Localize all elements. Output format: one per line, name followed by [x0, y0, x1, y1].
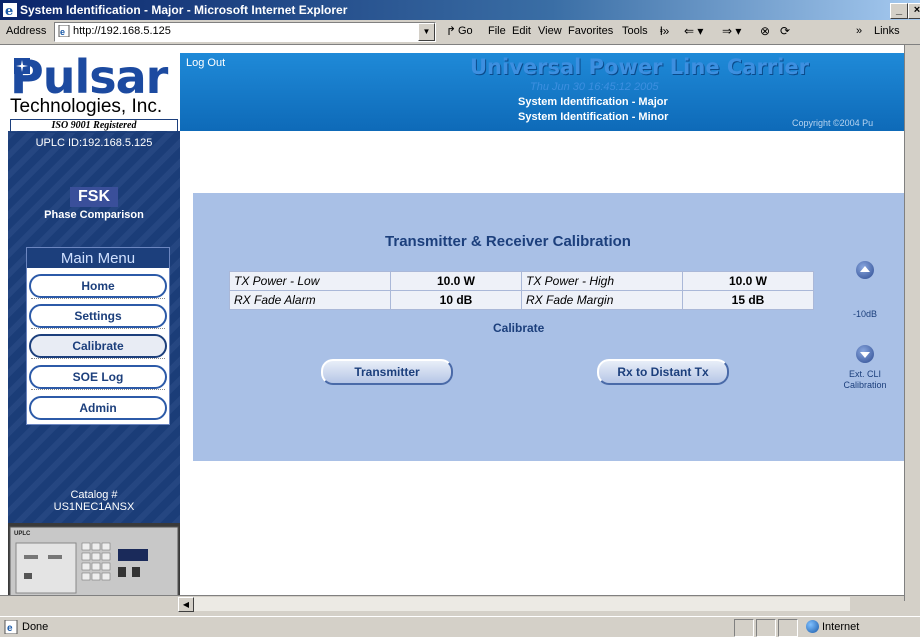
address-url: http://192.168.5.125	[73, 25, 171, 37]
menu-home-button[interactable]: Home	[29, 274, 167, 298]
internet-globe-icon	[806, 620, 819, 633]
status-cell	[756, 619, 776, 637]
menu-tools[interactable]: Tools	[622, 25, 648, 37]
calibrate-label: Calibrate	[493, 321, 545, 335]
logo-word: Pulsar	[10, 50, 168, 104]
scroll-left-icon[interactable]: ◀	[178, 597, 194, 612]
rx-fade-alarm-value: 10 dB	[390, 290, 522, 310]
tx-power-high-value: 10.0 W	[682, 271, 814, 291]
menu-divider	[31, 298, 165, 299]
tx-power-high-label: TX Power - High	[521, 271, 683, 291]
menu-settings-button[interactable]: Settings	[29, 304, 167, 328]
address-input[interactable]: e http://192.168.5.125 ▼	[54, 22, 436, 42]
logo-star-icon	[14, 58, 30, 74]
tx-power-low-value: 10.0 W	[390, 271, 522, 291]
status-cell	[734, 619, 754, 637]
uplc-id: UPLC ID:192.168.5.125	[35, 137, 153, 149]
table-row: TX Power - Low 10.0 W TX Power - High 10…	[229, 271, 814, 291]
menu-soe-log-button[interactable]: SOE Log	[29, 365, 167, 389]
ext-cli-calibration-sublabel: Calibration	[843, 380, 887, 390]
menu-view[interactable]: View	[538, 25, 562, 37]
ext-cli-label: Ext. CLI	[848, 369, 881, 379]
go-arrow-icon[interactable]: ↱	[446, 24, 456, 38]
stop-icon[interactable]: ⊗	[760, 24, 770, 38]
transmitter-button[interactable]: Transmitter	[321, 359, 453, 385]
phase-comparison-label: Phase Comparison	[44, 209, 144, 221]
menu-favorites[interactable]: Favorites	[568, 25, 613, 37]
address-dropdown-icon[interactable]: ▼	[418, 23, 435, 41]
scroll-track[interactable]	[194, 597, 850, 611]
nav-system-identification-major[interactable]: System Identification - Major	[518, 96, 668, 108]
page-title: Universal Power Line Carrier	[470, 55, 809, 79]
device-label: UPLC	[14, 531, 31, 537]
page-status-icon: e	[4, 620, 18, 634]
calibration-title: Transmitter & Receiver Calibration	[385, 233, 631, 250]
fsk-label: FSK	[70, 187, 118, 207]
svg-text:e: e	[7, 623, 13, 634]
arrow-down-icon	[860, 352, 870, 358]
close-button[interactable]: ×	[908, 3, 920, 19]
rx-fade-margin-value: 15 dB	[682, 290, 814, 310]
address-toolbar: Address e http://192.168.5.125 ▼ ↱ Go Fi…	[0, 20, 920, 45]
menu-divider	[31, 389, 165, 390]
links-more-icon[interactable]: »	[856, 25, 862, 37]
logout-link[interactable]: Log Out	[186, 57, 225, 69]
calibration-table: TX Power - Low 10.0 W TX Power - High 10…	[229, 271, 814, 310]
browser-page: Pulsar Technologies, Inc. ISO 9001 Regis…	[0, 45, 920, 601]
svg-text:e: e	[5, 4, 13, 17]
ext-cli-calibration-label: Ext. CLI Calibration	[833, 369, 897, 391]
datetime: Thu Jun 30 16:45:12 2005	[530, 81, 659, 93]
security-zone: Internet	[822, 621, 860, 633]
menu-calibrate-button[interactable]: Calibrate	[29, 334, 167, 358]
sidebar: Pulsar Technologies, Inc. ISO 9001 Regis…	[8, 53, 180, 601]
horizontal-scrollbar[interactable]: ◀	[0, 595, 904, 612]
page-header: Log Out Universal Power Line Carrier Thu…	[180, 53, 920, 131]
rx-fade-margin-label: RX Fade Margin	[521, 290, 683, 310]
refresh-icon[interactable]: ⟳	[780, 24, 790, 38]
status-bar: e Done Internet	[0, 616, 920, 637]
uplc-device-image: UPLC	[8, 523, 180, 601]
links-button[interactable]: Links	[874, 25, 900, 37]
catalog-info: Catalog # US1NEC1ANSX	[8, 489, 180, 513]
page-icon: e	[58, 25, 70, 37]
tx-power-low-label: TX Power - Low	[229, 271, 391, 291]
vertical-scrollbar[interactable]	[904, 45, 920, 601]
nav-system-identification-minor[interactable]: System Identification - Minor	[518, 111, 668, 123]
menu-edit[interactable]: Edit	[512, 25, 531, 37]
catalog-label: Catalog #	[70, 489, 118, 501]
forward-icon[interactable]: ⇒ ▾	[722, 24, 741, 38]
company-name: Technologies, Inc.	[10, 96, 163, 117]
menu-divider	[31, 328, 165, 329]
table-row: RX Fade Alarm 10 dB RX Fade Margin 15 dB	[229, 290, 814, 310]
menu-file[interactable]: File	[488, 25, 506, 37]
iso-badge: ISO 9001 Registered	[10, 119, 178, 133]
window-title-bar: e System Identification - Major - Micros…	[0, 0, 920, 20]
rx-fade-alarm-label: RX Fade Alarm	[229, 290, 391, 310]
back-icon[interactable]: ⇐ ▾	[684, 24, 703, 38]
main-menu: Main Menu Home Settings Calibrate SOE Lo…	[26, 247, 170, 425]
status-text: Done	[22, 621, 49, 633]
go-button[interactable]: Go	[458, 25, 473, 37]
pulsar-logo: Pulsar Technologies, Inc. ISO 9001 Regis…	[8, 50, 180, 133]
minimize-button[interactable]: _	[890, 3, 908, 19]
status-cell	[778, 619, 798, 637]
arrow-up-icon	[860, 266, 870, 272]
catalog-number: US1NEC1ANSX	[53, 501, 135, 513]
calibration-panel: Transmitter & Receiver Calibration TX Po…	[193, 193, 920, 461]
svg-text:e: e	[60, 27, 65, 37]
decrease-arrow-button[interactable]	[856, 345, 874, 363]
rx-to-distant-tx-button[interactable]: Rx to Distant Tx	[597, 359, 729, 385]
menu-more-icon[interactable]: ⱡ»	[660, 24, 669, 38]
window-title: System Identification - Major - Microsof…	[20, 3, 348, 17]
db-step-label: -10dB	[852, 309, 878, 319]
copyright: Copyright ©2004 Pu	[792, 118, 874, 128]
ie-icon: e	[3, 3, 17, 17]
menu-divider	[31, 358, 165, 359]
menu-admin-button[interactable]: Admin	[29, 396, 167, 420]
address-label: Address	[6, 25, 47, 37]
main-menu-title: Main Menu	[27, 248, 169, 268]
increase-arrow-button[interactable]	[856, 261, 874, 279]
